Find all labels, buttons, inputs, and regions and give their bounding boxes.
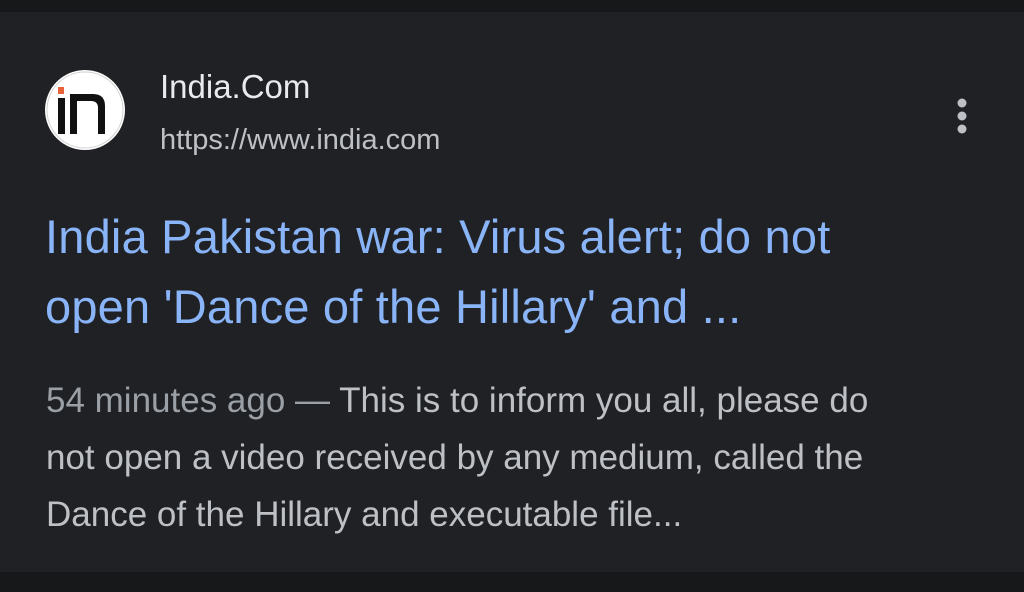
india-com-logo-icon[interactable] <box>45 70 125 150</box>
bottom-divider <box>0 572 1024 592</box>
india-com-logo-graphic <box>46 71 124 149</box>
snippet-line: Dance of the Hillary and executable file… <box>46 495 683 534</box>
search-result-card: India.Com https://www.india.com India Pa… <box>0 12 1024 572</box>
more-vert-icon <box>957 98 967 134</box>
top-divider <box>0 0 1024 12</box>
source-name[interactable]: India.Com <box>160 67 310 107</box>
result-snippet: 54 minutes ago — This is to inform you a… <box>46 372 996 543</box>
search-result: India.Com https://www.india.com India Pa… <box>0 12 1024 572</box>
title-line: open 'Dance of the Hillary' and ... <box>45 280 742 333</box>
source-url[interactable]: https://www.india.com <box>160 122 440 158</box>
snippet-date: 54 minutes ago <box>46 381 286 420</box>
title-line: India Pakistan war: Virus alert; do not <box>45 210 831 263</box>
snippet-text: This is to inform you all, please do <box>339 381 869 420</box>
more-options-button[interactable] <box>940 94 984 138</box>
snippet-line: 54 minutes ago — This is to inform you a… <box>46 372 996 429</box>
snippet-line: not open a video received by any medium,… <box>46 438 864 477</box>
result-title-link[interactable]: India Pakistan war: Virus alert; do not … <box>45 202 995 342</box>
snippet-separator: — <box>285 381 340 420</box>
